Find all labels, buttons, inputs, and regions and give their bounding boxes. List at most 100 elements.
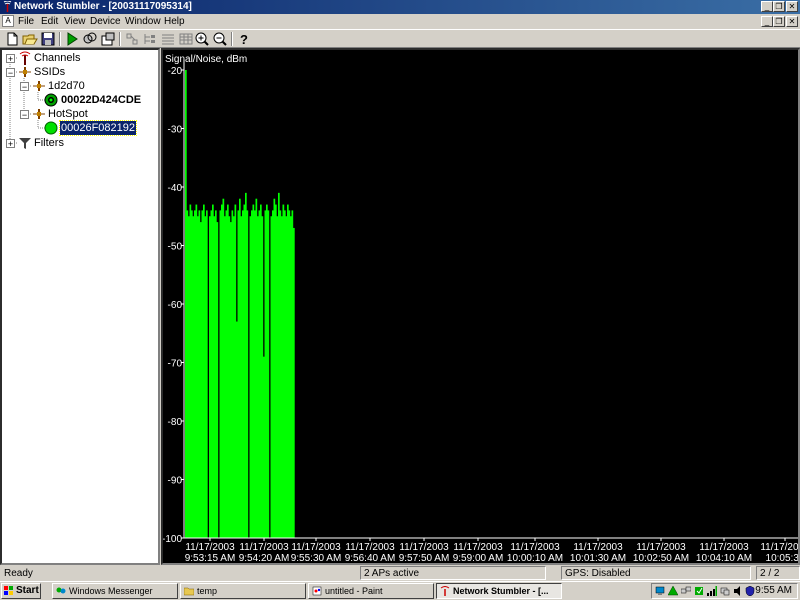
menu-edit[interactable]: Edit xyxy=(39,14,60,29)
x-tick-time-label: 9:59:00 AM xyxy=(453,553,504,563)
signal-bar xyxy=(281,216,283,538)
menu-view[interactable]: View xyxy=(62,14,88,29)
menu-device[interactable]: Device xyxy=(88,14,123,29)
grid-icon[interactable] xyxy=(178,31,194,47)
signal-bar xyxy=(213,216,216,538)
signal-bar xyxy=(191,210,193,538)
y-tick-label: -80 xyxy=(168,417,183,428)
speaker-tray-icon[interactable] xyxy=(733,586,743,596)
task-windows-messenger[interactable]: Windows Messenger xyxy=(52,583,178,599)
ap-signal-icon xyxy=(44,93,58,107)
system-tray: 9:55 AM xyxy=(651,583,798,599)
collapse-icon[interactable]: − xyxy=(20,82,29,92)
x-tick-time-label: 9:55:30 AM xyxy=(291,553,342,563)
list-icon[interactable] xyxy=(160,31,176,47)
x-tick-time-label: 10:05:30 xyxy=(766,553,798,563)
signal-bar xyxy=(192,216,195,538)
start-button[interactable]: Start xyxy=(1,583,41,599)
help-icon[interactable]: ? xyxy=(236,31,252,47)
expand-icon[interactable]: + xyxy=(6,139,15,149)
tree-label: 00022D424CDE xyxy=(61,94,142,106)
document-menu-icon[interactable]: A xyxy=(2,15,14,27)
y-tick-label: -20 xyxy=(168,66,183,77)
menu-file[interactable]: File xyxy=(16,14,36,29)
scan-options-icon[interactable] xyxy=(82,31,98,47)
expand-icon[interactable]: + xyxy=(6,54,15,64)
task-paint[interactable]: untitled - Paint xyxy=(308,583,434,599)
close-button[interactable]: ✕ xyxy=(786,1,798,12)
chart-ylabel: Signal/Noise, dBm xyxy=(165,54,247,65)
monitor-tray-icon[interactable] xyxy=(655,586,665,596)
collapse-icon[interactable]: − xyxy=(6,68,15,78)
auto-arrange-icon[interactable] xyxy=(124,31,140,47)
signal-bar xyxy=(257,216,259,538)
menu-window[interactable]: Window xyxy=(123,14,163,29)
x-tick-date-label: 11/17/2003 xyxy=(291,542,341,553)
play-icon[interactable] xyxy=(64,31,80,47)
signal-bar xyxy=(212,204,214,539)
signal-bar xyxy=(227,204,229,539)
antenna-icon xyxy=(19,51,31,65)
network-stumbler-icon xyxy=(3,1,12,12)
signal-bar xyxy=(284,210,286,538)
save-icon[interactable] xyxy=(40,31,56,47)
start-label: Start xyxy=(16,585,39,596)
open-icon[interactable] xyxy=(22,31,38,47)
filter-icon xyxy=(19,138,31,149)
x-tick-time-label: 9:57:50 AM xyxy=(399,553,450,563)
collapse-icon[interactable]: − xyxy=(20,110,29,120)
signal-bar xyxy=(219,210,222,538)
av-tray-icon[interactable] xyxy=(668,586,678,596)
properties-icon[interactable] xyxy=(100,31,116,47)
signal-bar xyxy=(279,210,282,538)
signal-bar xyxy=(195,204,198,539)
signal-bar xyxy=(198,210,201,538)
network-icon xyxy=(33,81,45,91)
new-icon[interactable] xyxy=(4,31,20,47)
signal-bar xyxy=(285,216,288,538)
status-ready: Ready xyxy=(4,568,33,579)
y-tick-label: -100 xyxy=(163,534,182,545)
signal-bar xyxy=(188,216,190,538)
clock: 9:55 AM xyxy=(755,585,792,596)
shield-tray-icon[interactable] xyxy=(745,586,755,596)
maximize-button[interactable]: ❐ xyxy=(773,1,785,12)
y-tick-label: -30 xyxy=(168,125,183,136)
zoom-in-icon[interactable] xyxy=(194,31,210,47)
menu-help[interactable]: Help xyxy=(162,14,187,29)
toolbar-separator xyxy=(59,32,61,46)
x-tick-time-label: 10:02:50 AM xyxy=(633,553,689,563)
title-bar: Network Stumbler - [20031117095314] _ ❐ … xyxy=(0,0,800,14)
task-temp[interactable]: temp xyxy=(180,583,306,599)
signal-bar xyxy=(290,216,292,538)
x-tick-time-label: 10:00:10 AM xyxy=(507,553,563,563)
toolbar-separator xyxy=(119,32,121,46)
signal-bar xyxy=(225,210,228,538)
signal-bar xyxy=(224,216,226,538)
security-tray-icon[interactable] xyxy=(694,586,704,596)
task-label: temp xyxy=(197,586,218,596)
task-network-stumbler[interactable]: Network Stumbler - [... xyxy=(436,583,562,599)
x-tick-date-label: 11/17/2003 xyxy=(699,542,749,553)
wireless-signal-tray-icon[interactable] xyxy=(707,586,717,596)
y-tick-label: -70 xyxy=(168,359,183,370)
task-label: Network Stumbler - [... xyxy=(453,586,549,596)
network-tray-icon[interactable] xyxy=(681,586,691,596)
x-tick-time-label: 9:56:40 AM xyxy=(345,553,396,563)
doc-close-button[interactable]: ✕ xyxy=(786,16,798,27)
doc-minimize-button[interactable]: _ xyxy=(761,16,773,27)
status-bar: Ready 2 APs active GPS: Disabled 2 / 2 xyxy=(0,565,800,581)
signal-bar xyxy=(237,210,240,538)
tree-view[interactable]: + Channels − SSIDs − 1d2d70 00022D424CDE… xyxy=(0,48,160,565)
window-title: Network Stumbler - [20031117095314] xyxy=(14,1,192,12)
network-connection-tray-icon[interactable] xyxy=(720,586,730,596)
signal-bar xyxy=(282,204,285,539)
signal-bar xyxy=(287,204,289,539)
tree-icon[interactable] xyxy=(142,31,158,47)
signal-bar xyxy=(263,356,265,538)
zoom-out-icon[interactable] xyxy=(212,31,228,47)
minimize-button[interactable]: _ xyxy=(761,1,773,12)
doc-restore-button[interactable]: ❐ xyxy=(773,16,785,27)
tree-label-selected: 00026F082192 xyxy=(58,120,138,136)
tree-label: SSIDs xyxy=(34,66,66,78)
